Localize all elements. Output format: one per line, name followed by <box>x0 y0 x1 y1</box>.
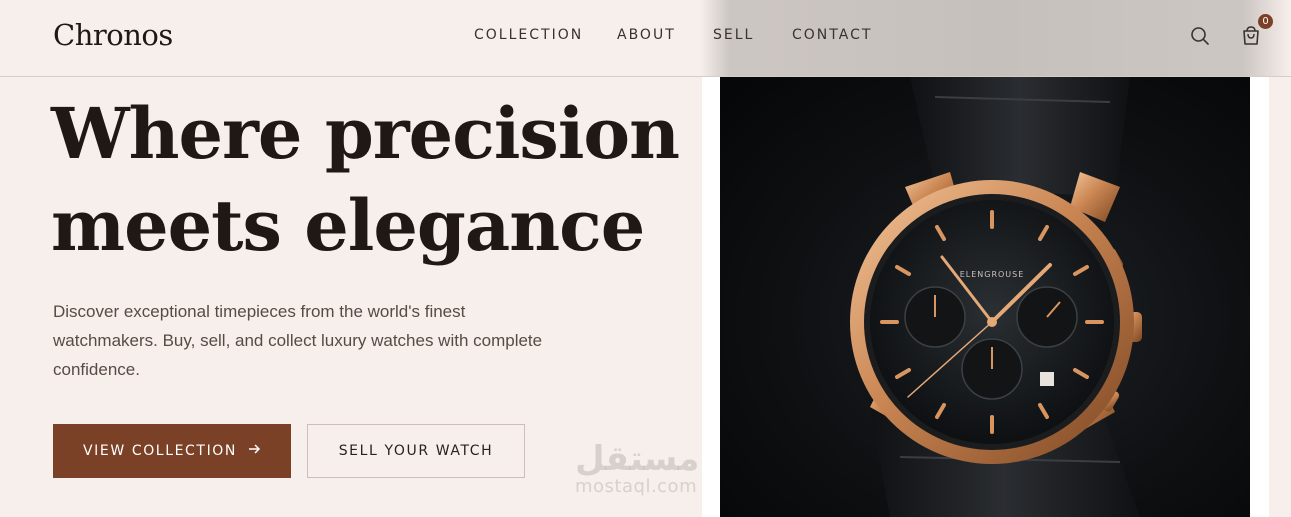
watermark: مستقل mostaql.com <box>575 442 699 497</box>
hero-title-line-1: Where precision <box>51 92 680 175</box>
hero-title-line-2: meets elegance <box>51 184 645 267</box>
view-collection-button[interactable]: VIEW COLLECTION <box>53 424 291 478</box>
view-collection-label: VIEW COLLECTION <box>82 443 238 459</box>
svg-text:ELENGROUSE: ELENGROUSE <box>960 270 1025 279</box>
nav-item-collection[interactable]: COLLECTION <box>474 27 583 43</box>
search-icon[interactable] <box>1189 25 1211 47</box>
nav-item-contact[interactable]: CONTACT <box>792 27 872 43</box>
nav-item-about[interactable]: ABOUT <box>617 27 676 43</box>
cart-count-badge: 0 <box>1258 14 1273 29</box>
watermark-arabic: مستقل <box>575 439 700 479</box>
nav-item-sell[interactable]: SELL <box>713 27 754 43</box>
hero-title: Where precision meets elegance <box>51 88 691 272</box>
brand-logo[interactable]: Chronos <box>53 18 173 52</box>
shopping-bag-icon[interactable] <box>1240 25 1262 47</box>
sell-your-watch-button[interactable]: SELL YOUR WATCH <box>307 424 525 478</box>
arrow-right-icon <box>247 442 261 460</box>
hero-watch-image: ELENGROUSE <box>720 77 1250 517</box>
site-header: Chronos COLLECTION ABOUT SELL CONTACT 0 <box>0 0 1291 77</box>
watermark-latin: mostaql.com <box>575 476 698 497</box>
hero-description: Discover exceptional timepieces from the… <box>53 302 543 379</box>
